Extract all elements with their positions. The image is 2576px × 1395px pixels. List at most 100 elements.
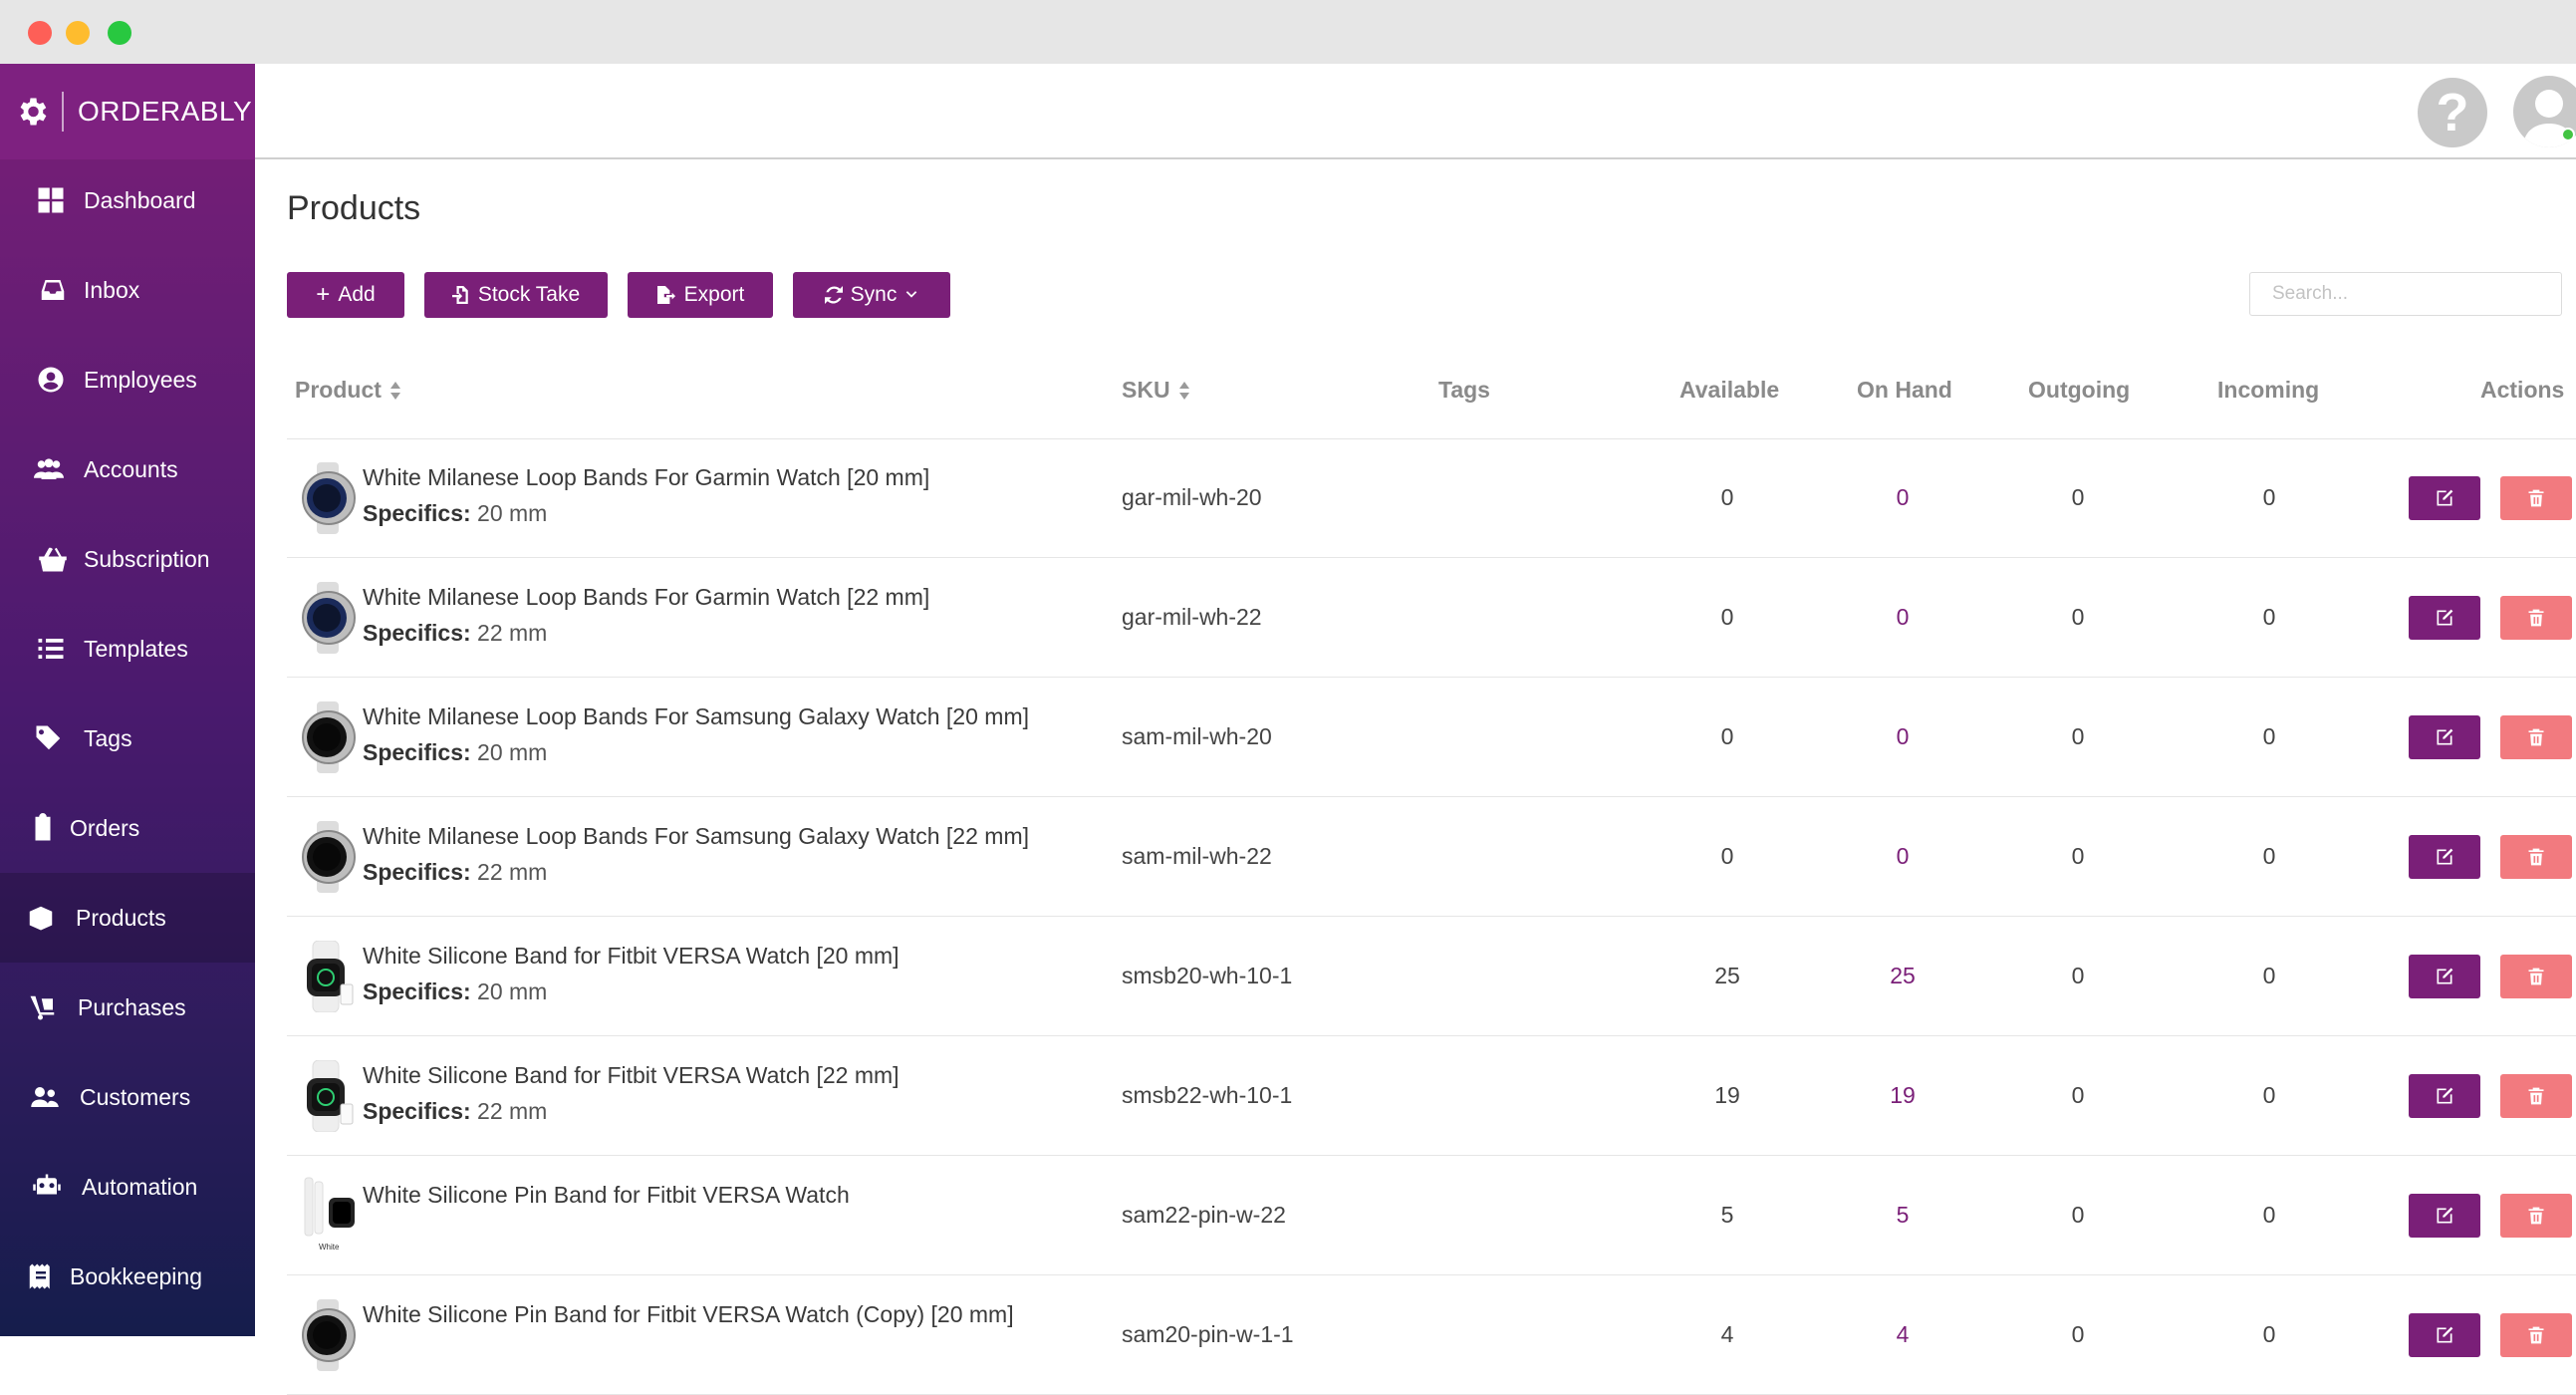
delete-button[interactable] [2500,1074,2572,1118]
product-name[interactable]: White Milanese Loop Bands For Samsung Ga… [363,823,1029,850]
cell-incoming: 0 [2262,484,2276,510]
table-row[interactable]: White Milanese Loop Bands For Garmin Wat… [287,558,2576,678]
window-zoom-icon[interactable] [108,21,131,45]
table-row[interactable]: White Milanese Loop Bands For Samsung Ga… [287,678,2576,797]
sidebar-item-label: Inbox [84,276,140,303]
edit-icon [2437,1326,2453,1343]
edit-button[interactable] [2409,1074,2480,1118]
window-minimize-icon[interactable] [66,21,90,45]
user-friends-icon [28,1080,62,1114]
delete-button[interactable] [2500,715,2572,759]
specifics-label: Specifics: [363,500,471,526]
product-name[interactable]: White Silicone Band for Fitbit VERSA Wat… [363,943,900,970]
cell-incoming: 0 [2262,843,2276,869]
sidebar-item-tags[interactable]: Tags [0,694,255,783]
cell-on-hand: 0 [1896,604,1910,630]
product-specifics: Specifics: 20 mm [363,739,547,766]
delete-button[interactable] [2500,835,2572,879]
sidebar-item-automation[interactable]: Automation [0,1142,255,1232]
cell-available: 0 [1720,723,1734,749]
table-row[interactable]: White Silicone Pin Band for Fitbit VERSA… [287,1275,2576,1395]
specifics-value: 20 mm [477,978,548,1004]
sidebar-item-inbox[interactable]: Inbox [0,245,255,335]
column-header-available-label: Available [1679,377,1780,403]
column-header-product[interactable]: Product [295,377,401,404]
cell-available: 0 [1720,484,1734,510]
sidebar: ORDERABLY Dashboard Inbox Employees Account… [0,64,255,1336]
delete-button[interactable] [2500,596,2572,640]
table-row[interactable]: White Milanese Loop Bands For Samsung Ga… [287,797,2576,917]
product-thumbnail: White [299,1177,357,1252]
delete-button[interactable] [2500,476,2572,520]
export-button[interactable]: Export [628,272,773,318]
table-row[interactable]: White Silicone Band for Fitbit VERSA Wat… [287,917,2576,1036]
brand-logo[interactable]: ORDERABLY [0,64,255,159]
sidebar-item-dashboard[interactable]: Dashboard [0,155,255,245]
sidebar-item-bookkeeping[interactable]: Bookkeeping [0,1232,255,1321]
tags-icon [32,721,66,755]
add-button[interactable]: + Add [287,272,404,318]
sidebar-item-templates[interactable]: Templates [0,604,255,694]
edit-icon [2437,728,2453,745]
product-specifics: Specifics: 22 mm [363,859,547,886]
product-specifics: Specifics: 20 mm [363,978,547,1005]
product-sku: gar-mil-wh-22 [1122,604,1262,630]
edit-button[interactable] [2409,715,2480,759]
specifics-value: 22 mm [477,1098,548,1124]
product-thumbnail [299,701,357,773]
delete-button[interactable] [2500,955,2572,998]
brand-divider [62,92,64,132]
product-name[interactable]: White Milanese Loop Bands For Garmin Wat… [363,584,929,611]
sidebar-item-subscription[interactable]: Subscription [0,514,255,604]
robot-icon [30,1170,64,1204]
sidebar-item-accounts[interactable]: Accounts [0,424,255,514]
table-row[interactable]: White Milanese Loop Bands For Garmin Wat… [287,438,2576,558]
stock-take-button[interactable]: Stock Take [424,272,608,318]
edit-icon [2437,968,2453,984]
edit-button[interactable] [2409,1194,2480,1238]
column-header-tags-label: Tags [1438,377,1490,403]
edit-button[interactable] [2409,596,2480,640]
window-close-icon[interactable] [28,21,52,45]
trash-icon [2528,609,2544,627]
cell-on-hand: 19 [1890,1082,1916,1108]
search-input[interactable] [2249,272,2562,316]
sidebar-item-customers[interactable]: Customers [0,1052,255,1142]
product-name[interactable]: White Milanese Loop Bands For Samsung Ga… [363,703,1029,730]
sidebar-item-employees[interactable]: Employees [0,335,255,424]
cell-available: 5 [1720,1202,1734,1228]
plus-icon: + [316,281,331,308]
sync-button[interactable]: Sync [793,272,950,318]
cell-on-hand: 0 [1896,843,1910,869]
sidebar-item-orders[interactable]: Orders [0,783,255,873]
edit-button[interactable] [2409,835,2480,879]
sidebar-item-products[interactable]: Products [0,873,255,963]
edit-button[interactable] [2409,476,2480,520]
edit-button[interactable] [2409,1313,2480,1357]
sidebar-item-label: Purchases [78,993,186,1020]
file-import-icon [451,286,468,304]
sidebar-item-purchases[interactable]: Purchases [0,963,255,1052]
column-header-incoming: Incoming [2217,377,2319,404]
file-export-icon [656,286,675,304]
sidebar-item-label: Dashboard [84,186,196,213]
sidebar-item-label: Employees [84,366,197,393]
delete-button[interactable] [2500,1194,2572,1238]
product-name[interactable]: White Silicone Pin Band for Fitbit VERSA… [363,1182,850,1209]
table-row[interactable]: White Silicone Band for Fitbit VERSA Wat… [287,1036,2576,1156]
delete-button[interactable] [2500,1313,2572,1357]
cell-incoming: 0 [2262,963,2276,988]
table-row[interactable]: WhiteWhiteWhite Silicone Pin Band for Fi… [287,1156,2576,1275]
product-name[interactable]: White Silicone Band for Fitbit VERSA Wat… [363,1062,900,1089]
product-name[interactable]: White Milanese Loop Bands For Garmin Wat… [363,464,929,491]
cell-available: 25 [1714,963,1740,988]
brand-name: ORDERABLY [78,96,253,127]
product-thumbnail [299,941,357,1012]
edit-button[interactable] [2409,955,2480,998]
product-name[interactable]: White Silicone Pin Band for Fitbit VERSA… [363,1301,1014,1328]
column-header-sku[interactable]: SKU [1122,377,1190,404]
trash-icon [2528,968,2544,985]
product-sku: smsb20-wh-10-1 [1122,963,1293,988]
question-icon[interactable]: ? [2418,78,2487,147]
sidebar-item-label: Tags [84,724,132,751]
